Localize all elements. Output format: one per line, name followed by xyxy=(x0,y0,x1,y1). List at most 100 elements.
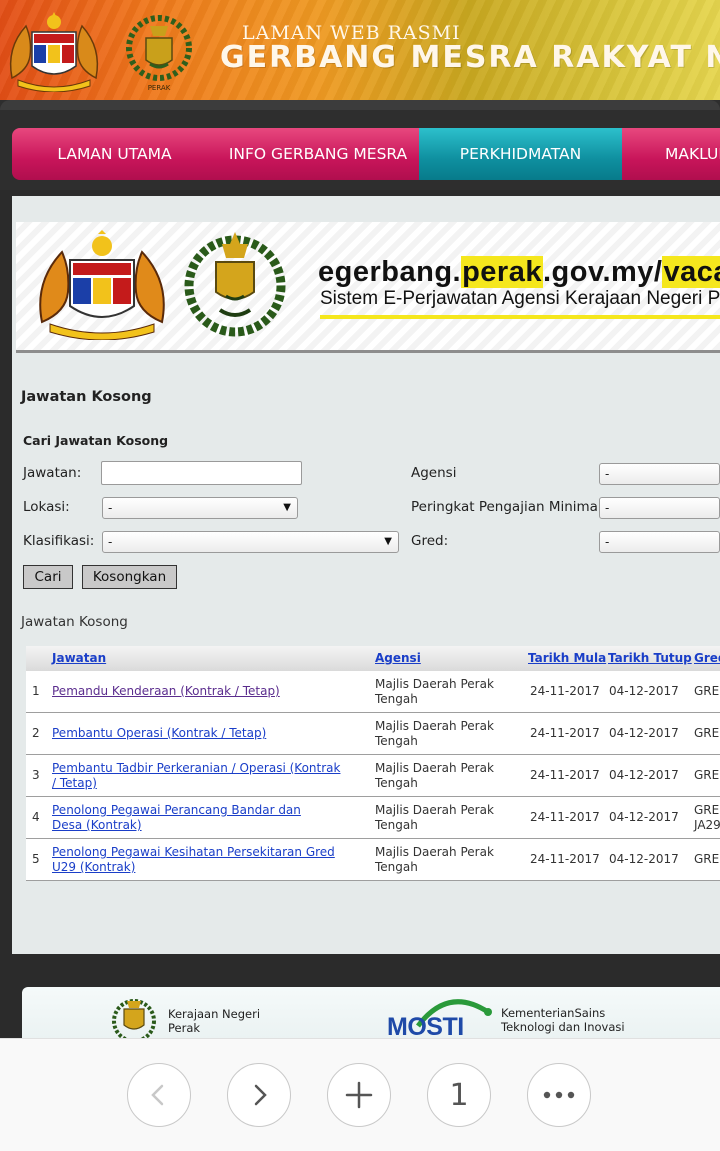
browser-tabs-button[interactable]: 1 xyxy=(427,1063,491,1127)
klasifikasi-select-value: - xyxy=(108,535,113,549)
row-start-date: 24-11-2017 xyxy=(530,810,600,824)
perak-crest-icon: PERAK xyxy=(126,15,192,92)
banner-subtitle: Sistem E-Perjawatan Agensi Kerajaan Nege… xyxy=(320,288,720,309)
job-link[interactable]: Penolong Pegawai Kesihatan Persekitaran … xyxy=(52,845,352,875)
row-end-date: 04-12-2017 xyxy=(609,726,679,740)
row-number: 2 xyxy=(32,726,40,740)
row-number: 5 xyxy=(32,852,40,866)
table-row: 5 Penolong Pegawai Kesihatan Persekitara… xyxy=(26,839,720,881)
perak-gov-label-line: Perak xyxy=(168,1021,201,1035)
browser-new-tab-button[interactable] xyxy=(327,1063,391,1127)
browser-back-button[interactable] xyxy=(127,1063,191,1127)
jawatan-label: Jawatan: xyxy=(23,465,82,481)
job-link[interactable]: Penolong Pegawai Perancang Bandar dan De… xyxy=(52,803,332,833)
col-header-jawatan[interactable]: Jawatan xyxy=(52,651,106,665)
banner-underline xyxy=(320,315,720,319)
nav-item-perkhidmatan[interactable]: PERKHIDMATAN xyxy=(419,128,622,180)
row-start-date: 24-11-2017 xyxy=(530,852,600,866)
peringkat-select[interactable]: - xyxy=(599,497,720,519)
col-header-agensi[interactable]: Agensi xyxy=(375,651,421,665)
table-row: 2 Pembantu Operasi (Kontrak / Tetap) Maj… xyxy=(26,713,720,755)
site-header: PERAK LAMAN WEB RASMI GERBANG MESRA RAKY… xyxy=(0,0,720,100)
row-grade: GRED xyxy=(694,684,720,698)
row-agency: Majlis Daerah Perak Tengah xyxy=(375,803,494,832)
table-header: Jawatan Agensi Tarikh Mula Tarikh Tutup … xyxy=(26,646,720,671)
gred-select-value: - xyxy=(605,535,610,549)
browser-toolbar: 1 xyxy=(0,1038,720,1151)
search-form-title: Cari Jawatan Kosong xyxy=(23,433,169,448)
row-agency: Majlis Daerah Perak Tengah xyxy=(375,845,494,874)
tabs-icon: 1 xyxy=(449,1077,469,1113)
main-nav: LAMAN UTAMA INFO GERBANG MESRA PERKHIDMA… xyxy=(12,128,720,180)
mosti-label: KementerianSains Teknologi dan Inovasi xyxy=(501,1006,625,1034)
chevron-down-icon: ▼ xyxy=(384,536,392,547)
vacancy-system-banner: egerbang.perak.gov.my/vacancy Sistem E-P… xyxy=(16,222,720,353)
row-number: 4 xyxy=(32,810,40,824)
peringkat-select-value: - xyxy=(605,501,610,515)
nav-item-info-gerbang-mesra[interactable]: INFO GERBANG MESRA xyxy=(217,128,419,180)
new-tab-icon xyxy=(345,1081,373,1109)
table-row: 3 Pembantu Tadbir Perkeranian / Operasi … xyxy=(26,755,720,797)
table-row: 1 Pemandu Kenderaan (Kontrak / Tetap) Ma… xyxy=(26,671,720,713)
agensi-select-value: - xyxy=(605,467,610,481)
browser-forward-button[interactable] xyxy=(227,1063,291,1127)
forward-icon xyxy=(254,1084,267,1106)
lokasi-select-value: - xyxy=(108,501,113,515)
browser-more-button[interactable] xyxy=(527,1063,591,1127)
row-end-date: 04-12-2017 xyxy=(609,810,679,824)
lokasi-select[interactable]: - ▼ xyxy=(102,497,298,519)
klasifikasi-select[interactable]: - ▼ xyxy=(102,531,399,553)
banner-url-part: .gov.my/ xyxy=(542,256,663,288)
chevron-down-icon: ▼ xyxy=(283,502,291,513)
klasifikasi-label: Klasifikasi: xyxy=(23,533,95,549)
kosongkan-button[interactable]: Kosongkan xyxy=(82,565,177,589)
row-end-date: 04-12-2017 xyxy=(609,852,679,866)
job-link[interactable]: Pembantu Operasi (Kontrak / Tetap) xyxy=(52,726,352,741)
row-number: 1 xyxy=(32,684,40,698)
row-start-date: 24-11-2017 xyxy=(530,684,600,698)
col-header-tarikh-tutup[interactable]: Tarikh Tutup xyxy=(608,651,692,665)
agensi-select[interactable]: - xyxy=(599,463,720,485)
col-header-gred[interactable]: Gred xyxy=(694,651,720,665)
lokasi-label: Lokasi: xyxy=(23,499,70,515)
malaysia-coat-of-arms-icon xyxy=(9,12,99,92)
nav-item-maklumat[interactable]: MAKLUMAT xyxy=(622,128,720,180)
results-title: Jawatan Kosong xyxy=(21,614,128,630)
row-grade: GRED JA29 xyxy=(694,803,720,832)
cari-button[interactable]: Cari xyxy=(23,565,73,589)
table-row: 4 Penolong Pegawai Perancang Bandar dan … xyxy=(26,797,720,839)
vacancy-table: Jawatan Agensi Tarikh Mula Tarikh Tutup … xyxy=(26,646,720,881)
row-number: 3 xyxy=(32,768,40,782)
row-start-date: 24-11-2017 xyxy=(530,768,600,782)
header-title: GERBANG MESRA RAKYAT NEGERI xyxy=(220,40,720,75)
banner-url: egerbang.perak.gov.my/vacancy xyxy=(318,256,720,289)
page-title: Jawatan Kosong xyxy=(21,389,152,405)
row-agency: Majlis Daerah Perak Tengah xyxy=(375,761,494,790)
row-end-date: 04-12-2017 xyxy=(609,768,679,782)
agensi-label: Agensi xyxy=(411,465,457,481)
svg-text:PERAK: PERAK xyxy=(148,84,171,92)
perak-crest-icon xyxy=(184,232,286,337)
perak-gov-label: Kerajaan Negeri Perak xyxy=(168,1007,260,1035)
nav-item-laman-utama[interactable]: LAMAN UTAMA xyxy=(12,128,217,180)
col-header-tarikh-mula[interactable]: Tarikh Mula xyxy=(528,651,606,665)
row-agency: Majlis Daerah Perak Tengah xyxy=(375,719,494,748)
perak-gov-label-line: Kerajaan Negeri xyxy=(168,1007,261,1021)
more-icon xyxy=(543,1091,575,1099)
banner-url-highlight: perak xyxy=(461,256,543,288)
jawatan-input[interactable] xyxy=(101,461,302,485)
mosti-label-line: Teknologi dan Inovasi xyxy=(501,1020,625,1034)
gred-select[interactable]: - xyxy=(599,531,720,553)
row-agency: Majlis Daerah Perak Tengah xyxy=(375,677,494,706)
row-grade: GRED xyxy=(694,726,720,740)
back-icon xyxy=(151,1084,164,1106)
job-link[interactable]: Pembantu Tadbir Perkeranian / Operasi (K… xyxy=(52,761,347,791)
malaysia-coat-of-arms-icon xyxy=(39,230,165,340)
perak-crest-icon xyxy=(112,999,156,1043)
mosti-label-line: KementerianSains xyxy=(501,1006,606,1020)
banner-url-part: egerbang. xyxy=(318,256,462,288)
row-start-date: 24-11-2017 xyxy=(530,726,600,740)
row-grade: GRED xyxy=(694,768,720,782)
banner-url-highlight: vacancy xyxy=(662,256,720,288)
job-link[interactable]: Pemandu Kenderaan (Kontrak / Tetap) xyxy=(52,684,352,699)
